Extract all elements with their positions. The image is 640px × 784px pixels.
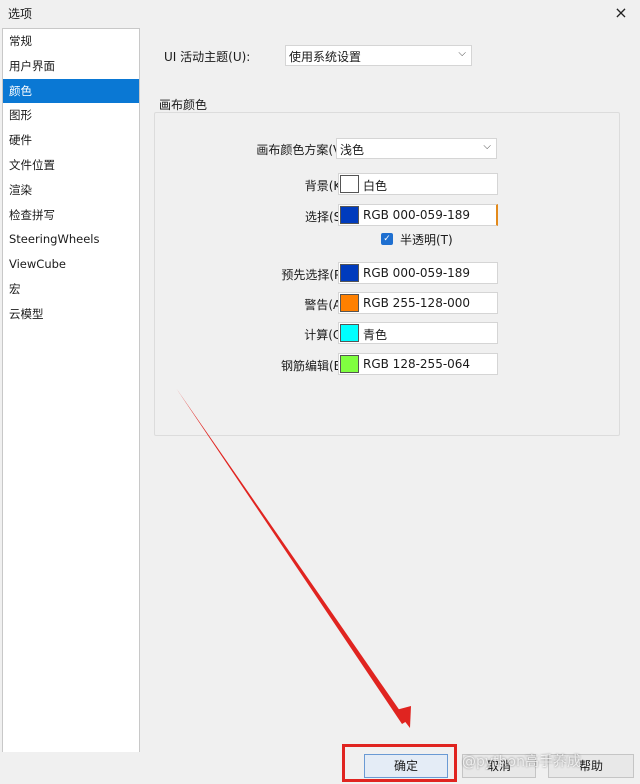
arrow-shaft [176,388,407,724]
annotation-arrow [176,388,411,728]
highlight-box [342,744,457,782]
watermark-text: @python高手养成 [462,754,581,770]
